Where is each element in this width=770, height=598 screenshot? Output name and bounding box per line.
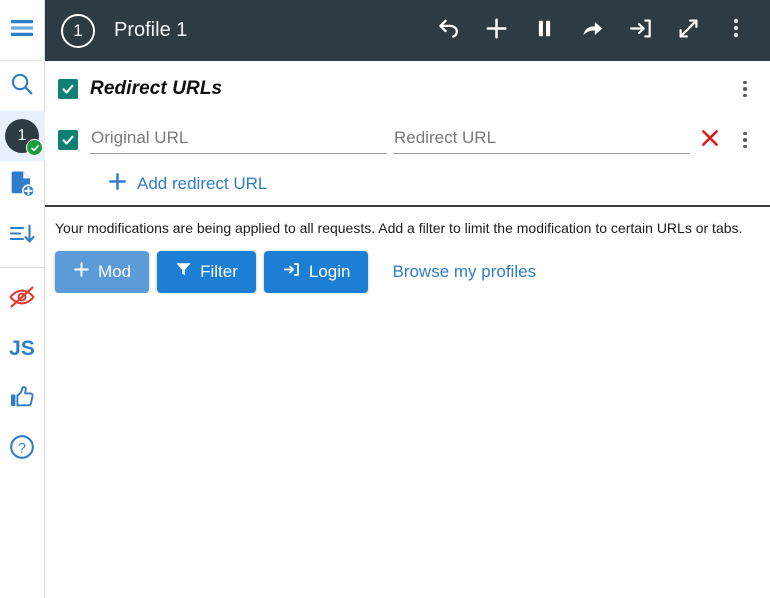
dot: [743, 81, 747, 85]
section-checkbox-slot: [45, 79, 90, 99]
share-button[interactable]: [568, 7, 616, 55]
filter-icon: [175, 261, 192, 283]
dot: [743, 94, 747, 98]
add-button[interactable]: [472, 7, 520, 55]
redirect-urls-section-checkbox[interactable]: [58, 79, 78, 99]
add-redirect-url-label: Add redirect URL: [137, 174, 267, 194]
thumbs-up-icon: [9, 385, 35, 414]
login-icon: [282, 260, 301, 284]
main-panel: 1 Profile 1: [45, 0, 770, 598]
info-text: Your modifications are being applied to …: [55, 219, 756, 237]
plus-icon: [108, 172, 127, 196]
login-action-label: Login: [309, 262, 351, 282]
dot: [743, 87, 747, 91]
add-mod-button[interactable]: Mod: [55, 251, 149, 293]
expand-icon: [676, 16, 701, 46]
sidebar-item-search[interactable]: [0, 61, 45, 111]
dot: [743, 138, 747, 142]
add-redirect-url-button[interactable]: Add redirect URL: [108, 172, 267, 196]
expand-button[interactable]: [664, 7, 712, 55]
sidebar-item-hide[interactable]: [0, 274, 45, 324]
sidebar-hamburger-button[interactable]: [0, 0, 45, 61]
sidebar-item-help[interactable]: ?: [0, 424, 45, 474]
pause-button[interactable]: [520, 7, 568, 55]
more-vert-icon: [733, 16, 739, 45]
original-url-input[interactable]: [90, 126, 387, 154]
redirect-url-row: [45, 117, 770, 163]
sidebar-item-sort[interactable]: [0, 211, 45, 261]
sidebar: 1: [0, 0, 45, 598]
redirect-url-input[interactable]: [393, 126, 690, 154]
dot: [743, 145, 747, 149]
row-checkbox-slot: [45, 130, 90, 150]
js-icon: JS: [9, 337, 35, 361]
hamburger-menu-icon: [10, 19, 34, 42]
search-icon: [9, 71, 35, 102]
app-root: 1: [0, 0, 770, 598]
add-filter-label: Filter: [200, 262, 238, 282]
sidebar-item-new-profile[interactable]: [0, 161, 45, 211]
add-filter-button[interactable]: Filter: [157, 251, 256, 293]
redirect-row-checkbox[interactable]: [58, 130, 78, 150]
pause-icon: [532, 16, 557, 46]
help-circle-icon: ?: [9, 434, 35, 465]
sidebar-item-profile-1[interactable]: 1: [0, 111, 45, 161]
new-file-icon: [9, 170, 35, 203]
info-section: Your modifications are being applied to …: [45, 207, 770, 237]
undo-icon: [436, 16, 461, 46]
browse-profiles-link[interactable]: Browse my profiles: [392, 262, 536, 282]
app-header: 1 Profile 1: [45, 0, 770, 61]
add-mod-label: Mod: [98, 262, 131, 282]
eye-off-icon: [8, 285, 36, 314]
profile-badge-icon: 1: [5, 119, 39, 153]
action-button-row: Mod Filter Login: [45, 237, 770, 293]
login-icon: [628, 16, 653, 46]
redirect-urls-section-header: Redirect URLs: [45, 61, 770, 117]
share-icon: [580, 16, 605, 46]
empty-content-area: [45, 293, 770, 598]
sidebar-item-rate[interactable]: [0, 374, 45, 424]
add-redirect-row: Add redirect URL: [45, 163, 770, 205]
undo-button[interactable]: [424, 7, 472, 55]
url-fields: [90, 126, 690, 154]
login-action-button[interactable]: Login: [264, 251, 369, 293]
plus-icon: [73, 261, 90, 283]
row-more-button[interactable]: [728, 123, 762, 157]
section-more-button[interactable]: [728, 72, 762, 106]
login-button[interactable]: [616, 7, 664, 55]
page-title: Profile 1: [114, 19, 187, 42]
header-more-button[interactable]: [712, 7, 760, 55]
svg-text:?: ?: [18, 439, 26, 455]
dot: [743, 132, 747, 136]
sidebar-divider: [0, 267, 45, 268]
sort-descending-icon: [8, 222, 36, 251]
plus-icon: [484, 16, 509, 46]
sidebar-item-js[interactable]: JS: [0, 324, 45, 374]
profile-enabled-check-icon: [26, 139, 43, 156]
close-icon: [700, 128, 720, 153]
header-profile-badge[interactable]: 1: [61, 14, 95, 48]
delete-redirect-button[interactable]: [692, 122, 728, 158]
section-title: Redirect URLs: [90, 78, 222, 100]
